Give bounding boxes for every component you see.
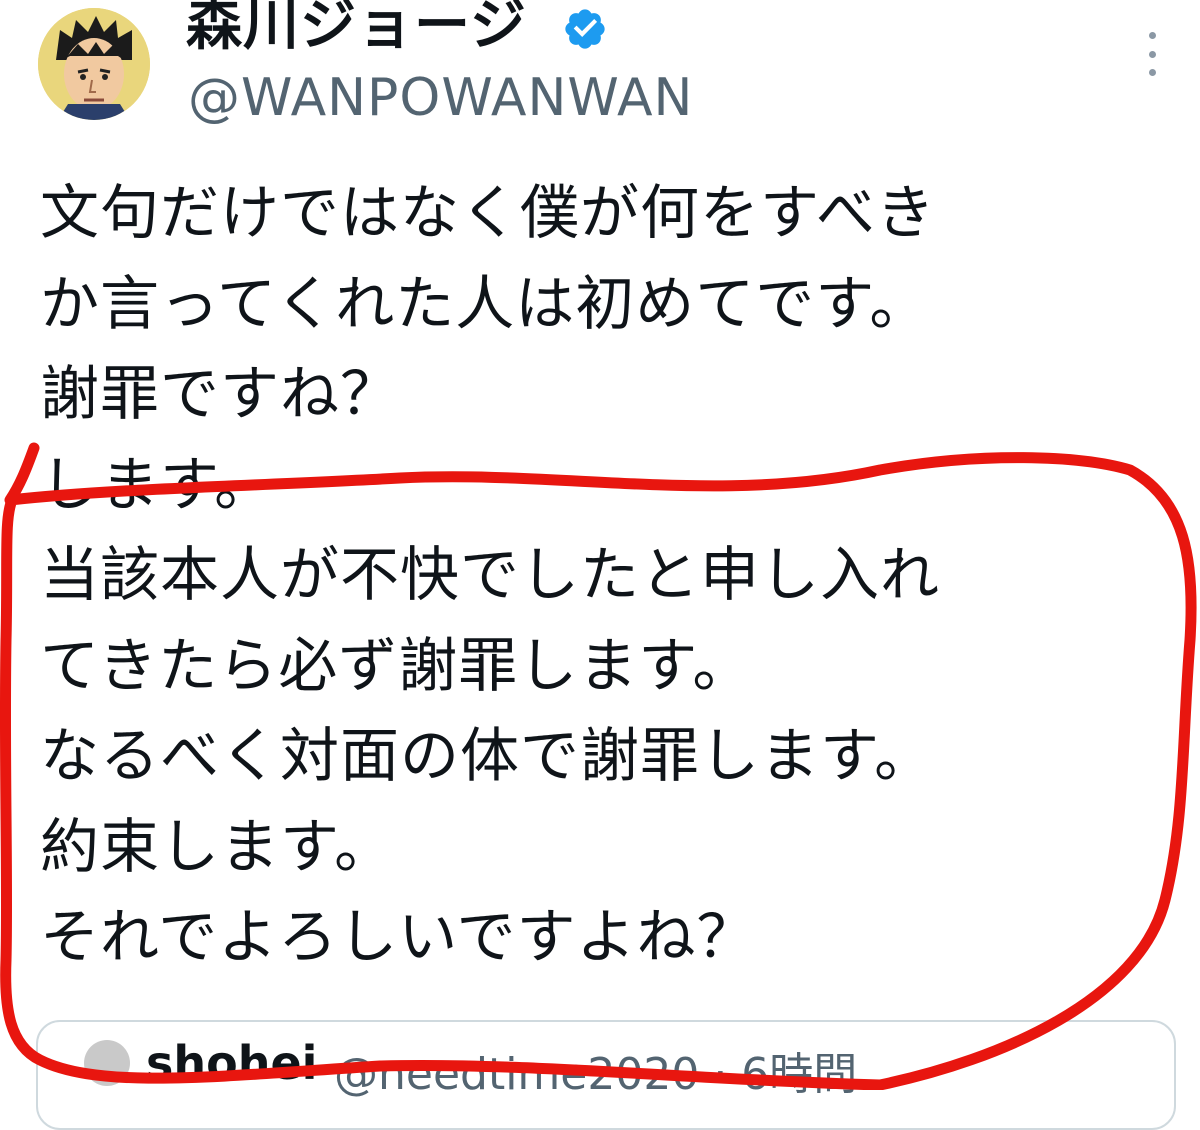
- quoted-author-avatar: [84, 1040, 130, 1086]
- tweet-line: それでよろしいですよね？: [40, 902, 757, 971]
- more-dot: [1148, 50, 1156, 58]
- more-dot: [1148, 69, 1156, 76]
- tweet-text: 文句だけではなく僕が何をすべき か言ってくれた人は初めてです。 謝罪ですね？ し…: [40, 168, 1180, 983]
- verified-badge-icon: [562, 6, 608, 52]
- tweet-line: てきたら必ず謝罪します。: [40, 630, 753, 700]
- tweet-line: 謝罪ですね？: [40, 359, 401, 428]
- quoted-author-name: shohei: [146, 1036, 318, 1090]
- tweet-line: 文句だけではなく僕が何をすべき: [40, 178, 936, 247]
- quoted-tweet-card[interactable]: shohei @needtime2020 · 6時間: [36, 1020, 1176, 1130]
- tweet-line: します。: [40, 449, 275, 519]
- author-handle[interactable]: @WANPOWANWAN: [188, 66, 693, 130]
- tweet-line: 約束します。: [40, 811, 395, 881]
- more-options-icon[interactable]: [1132, 26, 1172, 82]
- manga-character-avatar-icon: [38, 8, 150, 120]
- tweet-line: か言ってくれた人は初めてです。: [40, 268, 930, 338]
- tweet-line: 当該本人が不快でしたと申し入れ: [40, 540, 941, 609]
- tweet-line: なるべく対面の体で謝罪します。: [40, 721, 935, 790]
- author-avatar[interactable]: [38, 8, 150, 120]
- more-dot: [1148, 32, 1156, 39]
- author-display-name[interactable]: 森川ジョージ: [186, 0, 527, 60]
- quoted-author-meta: @needtime2020 · 6時間: [334, 1049, 858, 1100]
